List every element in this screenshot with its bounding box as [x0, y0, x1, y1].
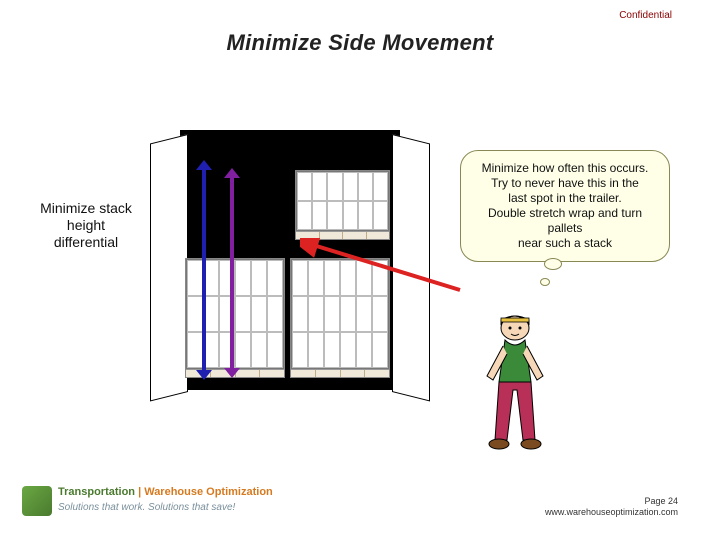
logo-tagline: Solutions that work. Solutions that save… [58, 502, 235, 513]
trailer-door-left [150, 134, 188, 401]
bubble-line: Double stretch wrap and turn [471, 206, 659, 221]
logo-wordmark: Transportation | Warehouse Optimization [58, 486, 273, 498]
speech-bubble: Minimize how often this occurs. Try to n… [460, 150, 670, 262]
left-annotation: Minimize stack height differential [36, 200, 136, 250]
trailer-door-right [392, 134, 430, 401]
bubble-line: Try to never have this in the [471, 176, 659, 191]
purple-double-arrow-icon [228, 168, 236, 378]
footer-url: www.warehouseoptimization.com [545, 507, 678, 518]
page-title: Minimize Side Movement [0, 30, 720, 56]
bubble-line: last spot in the trailer. [471, 191, 659, 206]
bubble-line: pallets [471, 221, 659, 236]
logo-mark-icon [22, 486, 52, 516]
worker-icon [475, 310, 555, 455]
confidential-label: Confidential [619, 10, 672, 21]
bubble-line: near such a stack [471, 236, 659, 251]
blue-double-arrow-icon [200, 160, 208, 380]
trailer-illustration [150, 130, 430, 410]
bubble-line: Minimize how often this occurs. [471, 161, 659, 176]
page-number: Page 24 [545, 496, 678, 507]
pallet-top-right [295, 170, 390, 240]
pallet-bottom-right [290, 258, 390, 378]
footer: Page 24 www.warehouseoptimization.com [545, 496, 678, 518]
company-logo: Transportation | Warehouse Optimization … [22, 484, 282, 518]
